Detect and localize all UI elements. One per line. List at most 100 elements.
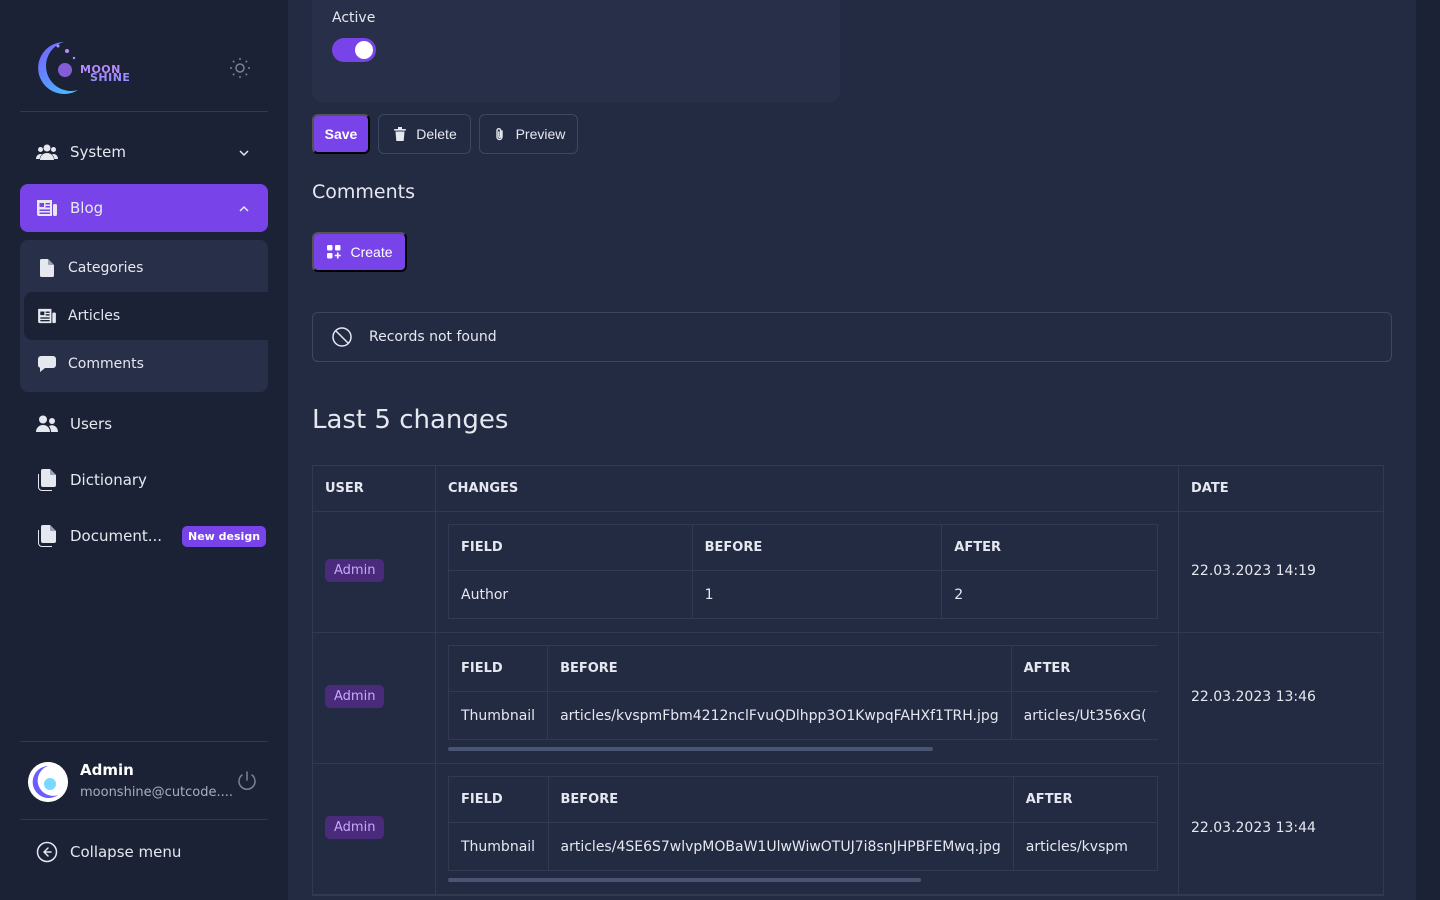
comments-title: Comments xyxy=(312,181,415,203)
sun-icon[interactable] xyxy=(228,56,252,80)
user-email: moonshine@cutcode.... xyxy=(80,785,234,800)
submenu-item-articles[interactable]: Articles xyxy=(24,292,288,340)
inner-header-field: FIELD xyxy=(448,776,549,823)
submenu-label-categories: Categories xyxy=(68,260,144,276)
documents-icon xyxy=(36,469,58,491)
menu-label-dictionary: Dictionary xyxy=(70,471,147,489)
logo-row: MOON SHINE xyxy=(20,24,268,112)
menu-item-users[interactable]: Users xyxy=(20,400,268,448)
newspaper-icon xyxy=(36,197,58,219)
chevron-up-icon xyxy=(238,201,250,213)
avatar[interactable] xyxy=(28,762,68,802)
empty-records-alert: Records not found xyxy=(312,312,1392,362)
create-button-label: Create xyxy=(350,244,393,260)
changes-table[interactable]: FIELD BEFORE AFTER Thumbnail articles/4S… xyxy=(448,776,1158,871)
change-before: 1 xyxy=(691,570,943,619)
no-symbol-icon xyxy=(331,326,353,348)
change-after: articles/Ut356xG( xyxy=(1010,691,1158,740)
table-row: Admin FIELD BEFORE AFTER Thumbnail artic… xyxy=(313,764,1383,895)
submenu-item-comments[interactable]: Comments xyxy=(20,340,268,388)
menu-label-users: Users xyxy=(70,415,113,433)
save-button-label: Save xyxy=(324,126,358,142)
inner-header-before: BEFORE xyxy=(691,524,943,571)
chat-bubble-icon xyxy=(38,355,56,373)
change-field: Author xyxy=(448,570,693,619)
submenu-item-categories[interactable]: Categories xyxy=(20,244,268,292)
change-date: 22.03.2023 13:44 xyxy=(1191,820,1316,836)
change-after: articles/kvspm xyxy=(1012,822,1158,871)
right-gutter xyxy=(1416,0,1440,900)
inner-header-field: FIELD xyxy=(448,524,693,571)
submenu-label-articles: Articles xyxy=(68,308,121,324)
save-button[interactable]: Save xyxy=(312,114,370,154)
menu-item-documentation[interactable]: Document... New design xyxy=(20,512,268,560)
new-design-badge: New design xyxy=(182,525,267,547)
changes-table[interactable]: FIELD BEFORE AFTER Thumbnail articles/kv… xyxy=(448,645,1158,740)
collapse-menu-button[interactable]: Collapse menu xyxy=(36,838,181,866)
user-profile: Admin moonshine@cutcode.... xyxy=(20,741,268,820)
inner-header-after: AFTER xyxy=(941,524,1158,571)
power-icon[interactable] xyxy=(236,770,258,792)
change-after: 2 xyxy=(941,570,1158,619)
main-menu: System Blog Categories Articles Comments… xyxy=(20,128,288,568)
menu-item-blog[interactable]: Blog xyxy=(20,184,268,232)
arrow-left-circle-icon xyxy=(36,841,58,863)
change-before: articles/4SE6S7wlvpMOBaW1UlwWiwOTUJ7i8sn… xyxy=(547,822,1014,871)
inner-header-before: BEFORE xyxy=(547,776,1014,823)
inner-header-before: BEFORE xyxy=(547,645,1012,692)
chevron-down-icon xyxy=(238,145,250,157)
users-group-icon xyxy=(36,141,58,163)
menu-label-blog: Blog xyxy=(70,199,104,217)
preview-button[interactable]: Preview xyxy=(479,114,578,154)
horizontal-scrollbar[interactable] xyxy=(448,747,933,751)
active-toggle[interactable] xyxy=(332,38,376,62)
delete-button[interactable]: Delete xyxy=(378,114,471,154)
change-before: articles/kvspmFbm4212nclFvuQDlhpp3O1Kwpq… xyxy=(547,691,1012,740)
squares-plus-icon xyxy=(326,244,342,260)
user-name: Admin xyxy=(80,761,134,779)
document-icon xyxy=(38,259,56,277)
sidebar: MOON SHINE System Blog Categories Articl… xyxy=(0,0,288,900)
users-icon xyxy=(36,413,58,435)
header-changes: CHANGES xyxy=(436,466,1179,511)
logo-text-line2: SHINE xyxy=(90,71,131,84)
documents-icon xyxy=(36,525,58,547)
inner-header-after: AFTER xyxy=(1012,776,1158,823)
form-card: Active xyxy=(312,0,840,102)
change-date: 22.03.2023 14:19 xyxy=(1191,563,1316,579)
user-badge: Admin xyxy=(325,685,385,708)
main-content: Active Save Delete Preview Comments Crea… xyxy=(288,0,1416,900)
history-title: Last 5 changes xyxy=(312,405,509,435)
inner-header-after: AFTER xyxy=(1010,645,1158,692)
table-row: Admin FIELD BEFORE AFTER Author 1 2 22.0… xyxy=(313,512,1383,633)
preview-button-label: Preview xyxy=(515,126,566,142)
history-header-row: USER CHANGES DATE xyxy=(313,466,1383,512)
user-badge: Admin xyxy=(325,816,385,839)
header-date: DATE xyxy=(1191,481,1229,496)
newspaper-icon xyxy=(38,307,56,325)
menu-item-system[interactable]: System xyxy=(20,128,268,176)
empty-records-text: Records not found xyxy=(369,329,497,345)
moonshine-logo[interactable]: MOON SHINE xyxy=(34,38,130,98)
create-comment-button[interactable]: Create xyxy=(312,232,407,272)
menu-label-system: System xyxy=(70,143,126,161)
horizontal-scrollbar[interactable] xyxy=(448,878,921,882)
menu-label-documentation: Document... xyxy=(70,527,163,545)
menu-item-dictionary[interactable]: Dictionary xyxy=(20,456,268,504)
active-label: Active xyxy=(332,10,376,26)
header-user: USER xyxy=(313,466,436,511)
paperclip-icon xyxy=(492,126,508,142)
collapse-menu-label: Collapse menu xyxy=(70,843,182,861)
blog-submenu: Categories Articles Comments xyxy=(20,240,288,392)
submenu-label-comments: Comments xyxy=(68,356,144,372)
changes-table: FIELD BEFORE AFTER Author 1 2 xyxy=(448,524,1158,619)
trash-icon xyxy=(392,126,408,142)
user-badge: Admin xyxy=(325,559,385,582)
delete-button-label: Delete xyxy=(416,126,457,142)
change-date: 22.03.2023 13:46 xyxy=(1191,689,1316,705)
inner-header-field: FIELD xyxy=(448,645,549,692)
history-table: USER CHANGES DATE Admin FIELD BEFORE AFT… xyxy=(312,465,1384,896)
change-field: Thumbnail xyxy=(448,691,549,740)
change-field: Thumbnail xyxy=(448,822,549,871)
table-row: Admin FIELD BEFORE AFTER Thumbnail artic… xyxy=(313,633,1383,764)
